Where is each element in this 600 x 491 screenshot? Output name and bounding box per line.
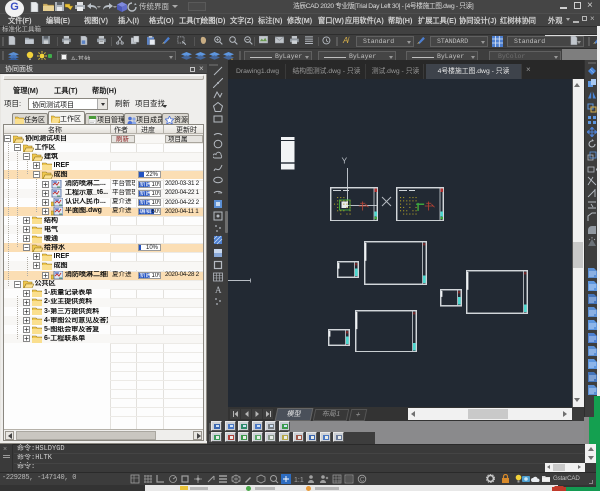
svg-text:1:1: 1:1 [294,477,304,484]
svg-text:A: A [215,285,222,294]
svg-text:Y: Y [342,156,348,166]
svg-text:C: C [360,478,365,484]
